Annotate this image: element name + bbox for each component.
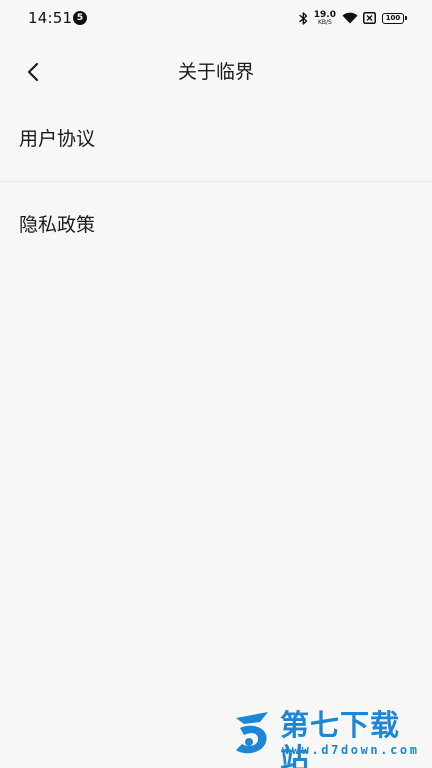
status-bar: 14:51 5 19.0 KB/S 100 <box>0 0 432 36</box>
network-speed: 19.0 KB/S <box>314 10 336 26</box>
about-screen: 14:51 5 19.0 KB/S 100 关于临界 用户协议 隐私政策 第七下… <box>0 0 432 768</box>
network-speed-unit: KB/S <box>317 18 332 26</box>
watermark: 第七下载站 www.d7down.com <box>230 706 426 768</box>
watermark-logo-icon <box>230 708 274 762</box>
battery-icon: 100 <box>382 12 407 24</box>
battery-level: 100 <box>385 14 401 22</box>
menu-item-label: 用户协议 <box>19 128 96 150</box>
page-title: 关于临界 <box>177 61 254 83</box>
app-header: 关于临界 <box>0 48 432 96</box>
menu-list: 用户协议 隐私政策 <box>0 96 432 268</box>
sim-x-icon <box>363 12 376 24</box>
status-time: 14:51 <box>28 9 73 27</box>
wifi-icon <box>342 12 358 24</box>
menu-item-label: 隐私政策 <box>19 214 96 236</box>
notification-badge: 5 <box>73 11 87 25</box>
watermark-title: 第七下载站 <box>280 708 401 768</box>
menu-item-user-agreement[interactable]: 用户协议 <box>0 96 432 182</box>
bluetooth-icon <box>299 11 308 25</box>
menu-item-privacy-policy[interactable]: 隐私政策 <box>0 182 432 268</box>
watermark-url: www.d7down.com <box>282 743 420 757</box>
status-icons: 19.0 KB/S 100 <box>299 10 407 26</box>
